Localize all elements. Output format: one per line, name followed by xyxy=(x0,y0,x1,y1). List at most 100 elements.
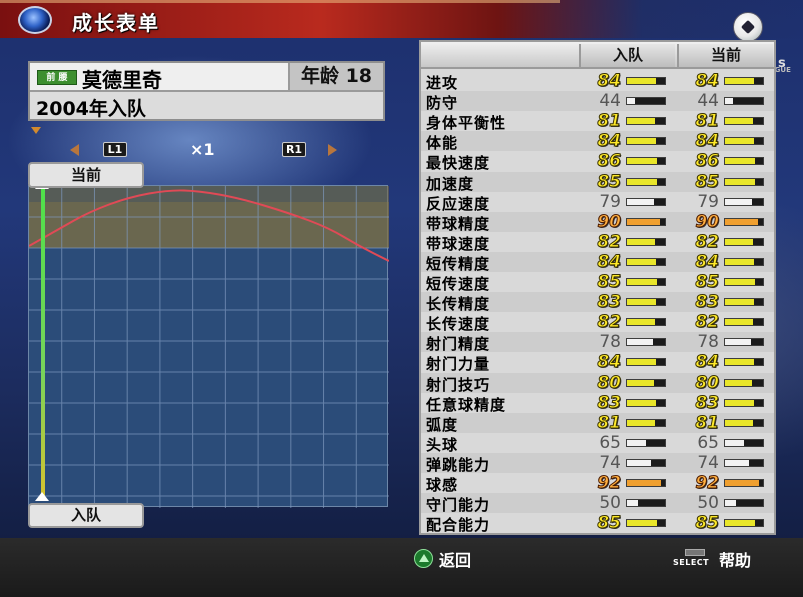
current-marker-line[interactable] xyxy=(41,186,45,498)
stat-bar-current xyxy=(724,77,764,85)
stat-bar-joined xyxy=(626,197,666,206)
stat-value-current: 44 xyxy=(697,91,719,112)
stat-bar-joined xyxy=(626,97,666,106)
stat-row: 反应速度 79 79 xyxy=(421,191,774,213)
stat-row: 配合能力 85 85 xyxy=(421,513,774,535)
stat-row: 加速度 85 85 xyxy=(421,171,774,193)
stat-bar-joined xyxy=(626,257,666,266)
stat-label: 反应速度 xyxy=(426,194,491,213)
stat-bar-fill xyxy=(627,198,654,205)
stat-bar-fill xyxy=(725,279,755,285)
select-key-label: SELECT xyxy=(673,558,710,567)
marker-bottom-triangle-icon xyxy=(35,492,49,501)
stat-bar-current xyxy=(724,217,764,226)
stat-bar-fill xyxy=(725,500,736,507)
stat-label: 射门力量 xyxy=(426,355,491,374)
stat-bar-fill xyxy=(627,399,656,406)
stat-bar-fill xyxy=(725,258,755,265)
stat-label: 配合能力 xyxy=(426,516,491,535)
stat-bar-fill xyxy=(627,98,635,105)
stat-bar-fill xyxy=(627,299,656,306)
stat-label: 体能 xyxy=(426,134,459,153)
stat-bar-fill xyxy=(627,500,638,507)
stat-value-current: 84 xyxy=(695,131,720,152)
stat-label: 任意球精度 xyxy=(426,395,507,414)
football-icon xyxy=(733,12,763,42)
growth-chart-screen: 成长表单 s LEAGUE 前 腰 莫德里奇 年龄 18 2004年入队 L1 … xyxy=(0,0,803,597)
stat-bar-fill xyxy=(627,419,655,426)
stat-bar-fill xyxy=(627,138,657,145)
stat-bar-joined xyxy=(626,499,666,508)
stat-bar-fill xyxy=(627,520,657,527)
stat-value-joined: 79 xyxy=(599,191,621,212)
help-button[interactable]: 帮助 xyxy=(719,547,751,571)
stat-bar-joined xyxy=(626,358,666,367)
select-button-icon[interactable]: SELECT xyxy=(673,549,713,569)
arrow-right-icon[interactable] xyxy=(328,144,337,156)
stat-bar-current xyxy=(724,197,764,206)
stat-bar-current xyxy=(724,458,764,467)
stat-bar-fill xyxy=(627,379,655,386)
column-current: 当前 xyxy=(677,44,773,67)
stat-value-current: 83 xyxy=(695,292,720,313)
stat-bar-fill xyxy=(627,359,657,366)
stat-value-current: 90 xyxy=(695,211,720,232)
stat-value-joined: 50 xyxy=(599,493,621,514)
stat-value-current: 82 xyxy=(695,231,720,252)
stat-bar-joined xyxy=(626,298,666,307)
stat-bar-joined xyxy=(626,519,666,528)
stat-bar-fill xyxy=(627,118,655,125)
stat-bar-fill xyxy=(627,178,657,185)
stat-row: 射门精度 78 78 xyxy=(421,332,774,354)
stat-value-joined: 84 xyxy=(597,71,622,92)
stat-value-joined: 82 xyxy=(597,312,622,333)
stat-row: 射门技巧 80 80 xyxy=(421,372,774,394)
stat-value-current: 86 xyxy=(695,151,720,172)
stat-bar-current xyxy=(724,479,764,487)
stat-bar-fill xyxy=(725,399,754,406)
stat-label: 最快速度 xyxy=(426,154,491,173)
stat-value-joined: 44 xyxy=(599,91,621,112)
arrow-left-icon[interactable] xyxy=(70,144,79,156)
stat-row: 长传速度 82 82 xyxy=(421,312,774,333)
stat-bar-fill xyxy=(725,198,752,205)
stat-bar-fill xyxy=(725,218,758,225)
triangle-button-icon[interactable] xyxy=(414,549,433,568)
stat-value-joined: 83 xyxy=(597,392,622,413)
l1-button[interactable]: L1 xyxy=(103,142,127,157)
player-name-row: 前 腰 莫德里奇 年龄 18 xyxy=(30,63,383,92)
stat-bar-fill xyxy=(627,78,657,84)
back-button[interactable]: 返回 xyxy=(439,547,471,571)
stat-bar-fill xyxy=(725,459,749,466)
stat-bar-current xyxy=(724,338,764,347)
stat-label: 头球 xyxy=(426,435,459,454)
stat-label: 射门技巧 xyxy=(426,375,491,394)
stat-value-current: 83 xyxy=(695,392,720,413)
stats-panel: 入队 当前 进攻 84 84 防守 44 44 身体平衡性 81 81 体能 84 84 最快速度 86 8… xyxy=(419,40,776,535)
stat-bar-current xyxy=(724,257,764,266)
globe-icon xyxy=(18,6,52,34)
r1-button[interactable]: R1 xyxy=(282,142,306,157)
stat-bar-fill xyxy=(627,279,657,285)
stat-bar-fill xyxy=(725,118,753,125)
stat-bar-fill xyxy=(627,218,660,225)
stat-bar-current xyxy=(724,117,764,126)
stat-value-joined: 90 xyxy=(597,211,622,232)
stat-value-joined: 86 xyxy=(597,151,622,172)
stat-value-current: 78 xyxy=(697,332,719,353)
stat-bar-fill xyxy=(725,178,755,185)
stat-value-current: 92 xyxy=(695,473,720,494)
player-info-box: 前 腰 莫德里奇 年龄 18 2004年入队 xyxy=(28,61,385,121)
stat-row: 体能 84 84 xyxy=(421,131,774,153)
stat-value-current: 81 xyxy=(695,412,720,433)
stat-bar-joined xyxy=(626,479,666,487)
stat-label: 射门精度 xyxy=(426,335,491,354)
stat-row: 射门力量 84 84 xyxy=(421,352,774,374)
stat-value-joined: 81 xyxy=(597,111,622,132)
stat-label: 长传精度 xyxy=(426,295,491,314)
stat-value-current: 65 xyxy=(697,432,719,453)
stat-row: 短传精度 84 84 xyxy=(421,251,774,273)
stat-value-current: 85 xyxy=(695,272,720,293)
stat-row: 带球速度 82 82 xyxy=(421,231,774,253)
stat-bar-current xyxy=(724,177,764,186)
